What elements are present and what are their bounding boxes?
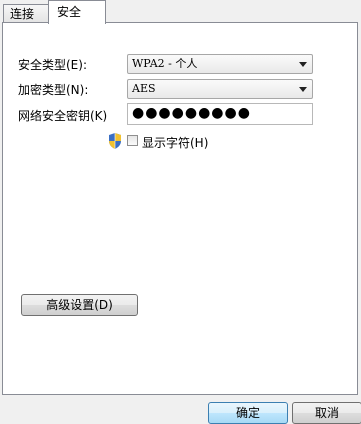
show-characters-checkbox[interactable] [127, 135, 138, 146]
ok-button[interactable]: 确定 [208, 402, 288, 424]
security-type-value: WPA2 - 个人 [132, 57, 198, 70]
encryption-type-value: AES [132, 82, 156, 95]
chevron-down-icon [299, 87, 307, 92]
cancel-button[interactable]: 取消 [292, 402, 361, 424]
shield-icon [109, 133, 121, 149]
tab-security[interactable]: 安全 [48, 0, 106, 24]
tab-connect[interactable]: 连接 [3, 4, 49, 23]
encryption-type-label: 加密类型(N): [18, 83, 89, 97]
encryption-type-select[interactable]: AES [127, 79, 313, 99]
advanced-settings-button[interactable]: 高级设置(D) [21, 294, 138, 316]
security-type-label: 安全类型(E): [18, 58, 87, 72]
security-panel [2, 22, 358, 395]
chevron-down-icon [299, 62, 307, 67]
security-type-select[interactable]: WPA2 - 个人 [127, 54, 313, 74]
tab-strip: 连接 安全 [0, 0, 361, 24]
network-key-input[interactable]: ●●●●●●●●● [127, 103, 313, 125]
network-key-label: 网络安全密钥(K) [18, 109, 108, 123]
show-characters-label[interactable]: 显示字符(H) [142, 134, 208, 151]
